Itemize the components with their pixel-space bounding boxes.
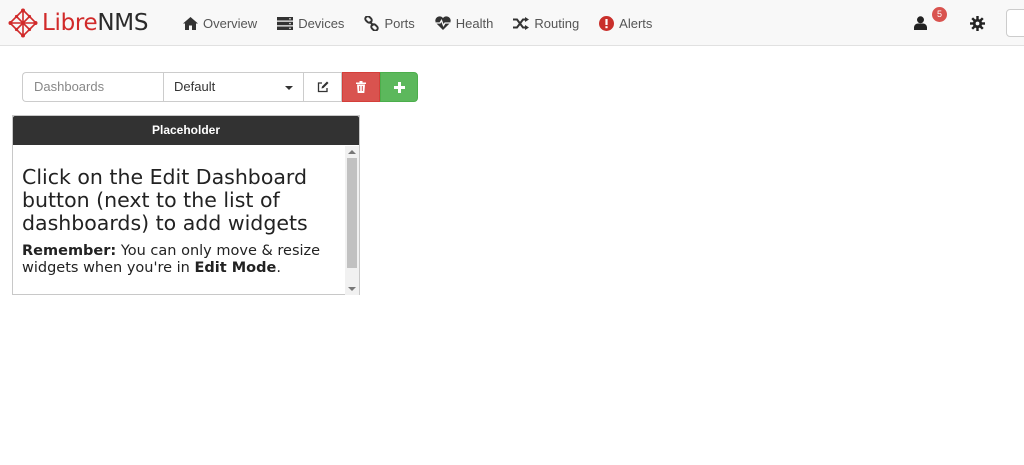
link-icon [364,15,380,31]
exclamation-circle-icon [599,15,615,31]
caret-down-icon [285,86,293,90]
nav-alerts[interactable]: Alerts [599,15,653,31]
scroll-thumb[interactable] [347,158,357,268]
delete-dashboard-button[interactable] [342,72,380,102]
logo-icon [8,8,38,38]
widget-content: Click on the Edit Dashboard button (next… [13,146,359,277]
settings-button[interactable] [970,0,985,46]
logo-libre: Libre [42,10,98,36]
random-icon [513,16,530,30]
nav-health-label: Health [455,15,494,31]
edit-icon [317,81,328,93]
dashboard-toolbar: Dashboards Default [22,72,418,102]
widget-remember-text: Remember: You can only move & resize wid… [22,243,321,277]
scroll-down-icon[interactable] [348,287,356,291]
widget-body: Click on the Edit Dashboard button (next… [13,146,359,295]
dashboards-label: Dashboards [22,72,163,102]
widget-title: Placeholder [13,116,359,145]
nav-alerts-label: Alerts [619,15,653,31]
nav-devices[interactable]: Devices [277,16,344,31]
search-input[interactable] [1006,9,1024,37]
logo-nms: NMS [97,10,149,36]
trash-icon [356,81,366,93]
logo-text: LibreNMS [42,10,148,36]
nav-overview-label: Overview [203,15,258,31]
widget-heading: Click on the Edit Dashboard button (next… [22,165,308,235]
plus-icon [393,81,405,93]
user-icon [914,16,927,30]
librenms-logo[interactable]: LibreNMS [8,7,148,39]
nav-ports[interactable]: Ports [364,15,415,31]
edit-mode-label: Edit Mode [194,260,277,276]
user-menu[interactable]: 5 [914,0,947,46]
top-navbar: LibreNMS Overview Devices Ports Health R… [0,0,1024,46]
home-icon [183,16,198,30]
nav-ports-label: Ports [384,15,415,31]
dashboard-select-value: Default [174,79,216,94]
nav-health[interactable]: Health [435,15,494,31]
nav-devices-label: Devices [298,15,345,31]
nav-overview[interactable]: Overview [183,16,257,31]
placeholder-widget: Placeholder Click on the Edit Dashboard … [12,115,360,295]
edit-dashboard-button[interactable] [304,72,342,102]
nav-routing[interactable]: Routing [513,16,579,31]
remember-label: Remember: [22,243,117,259]
nav-routing-label: Routing [534,15,580,31]
widget-scrollbar[interactable] [345,146,359,295]
scroll-up-icon[interactable] [348,150,356,154]
server-icon [277,16,294,30]
gear-icon [970,15,985,31]
heartbeat-icon [435,16,451,30]
dashboard-select[interactable]: Default [163,72,304,102]
add-dashboard-button[interactable] [380,72,418,102]
remember-period: . [276,260,281,276]
main-nav: Overview Devices Ports Health Routing Al… [183,0,672,46]
notification-badge: 5 [932,7,947,22]
